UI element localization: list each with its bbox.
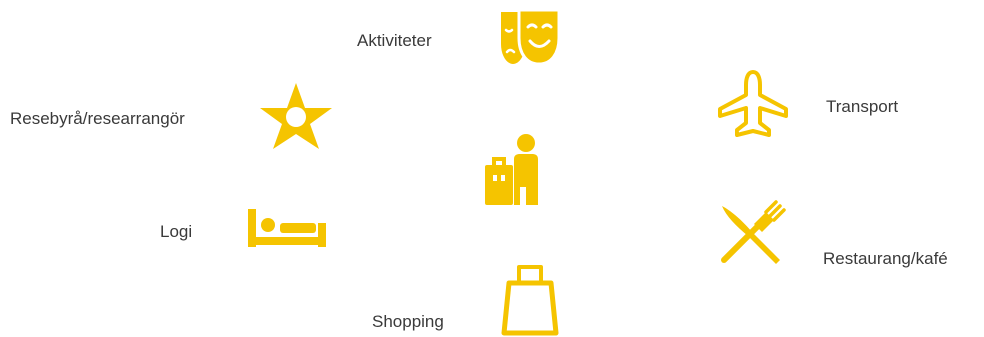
label-activities: Aktiviteter — [357, 31, 432, 50]
label-lodging: Logi — [160, 222, 193, 241]
label-restaurant: Restaurang/kafé — [823, 249, 948, 268]
knife-fork-icon — [718, 200, 786, 266]
traveler-with-luggage-icon — [484, 131, 544, 209]
bed-icon — [246, 209, 328, 249]
shopping-bag-icon — [501, 263, 559, 336]
label-transport: Transport — [826, 97, 899, 116]
airplane-icon — [716, 69, 790, 139]
label-shopping: Shopping — [372, 312, 444, 331]
star-icon — [258, 81, 334, 151]
theater-masks-icon — [499, 8, 561, 68]
label-travel-agency: Resebyrå/researrangör — [10, 109, 185, 128]
